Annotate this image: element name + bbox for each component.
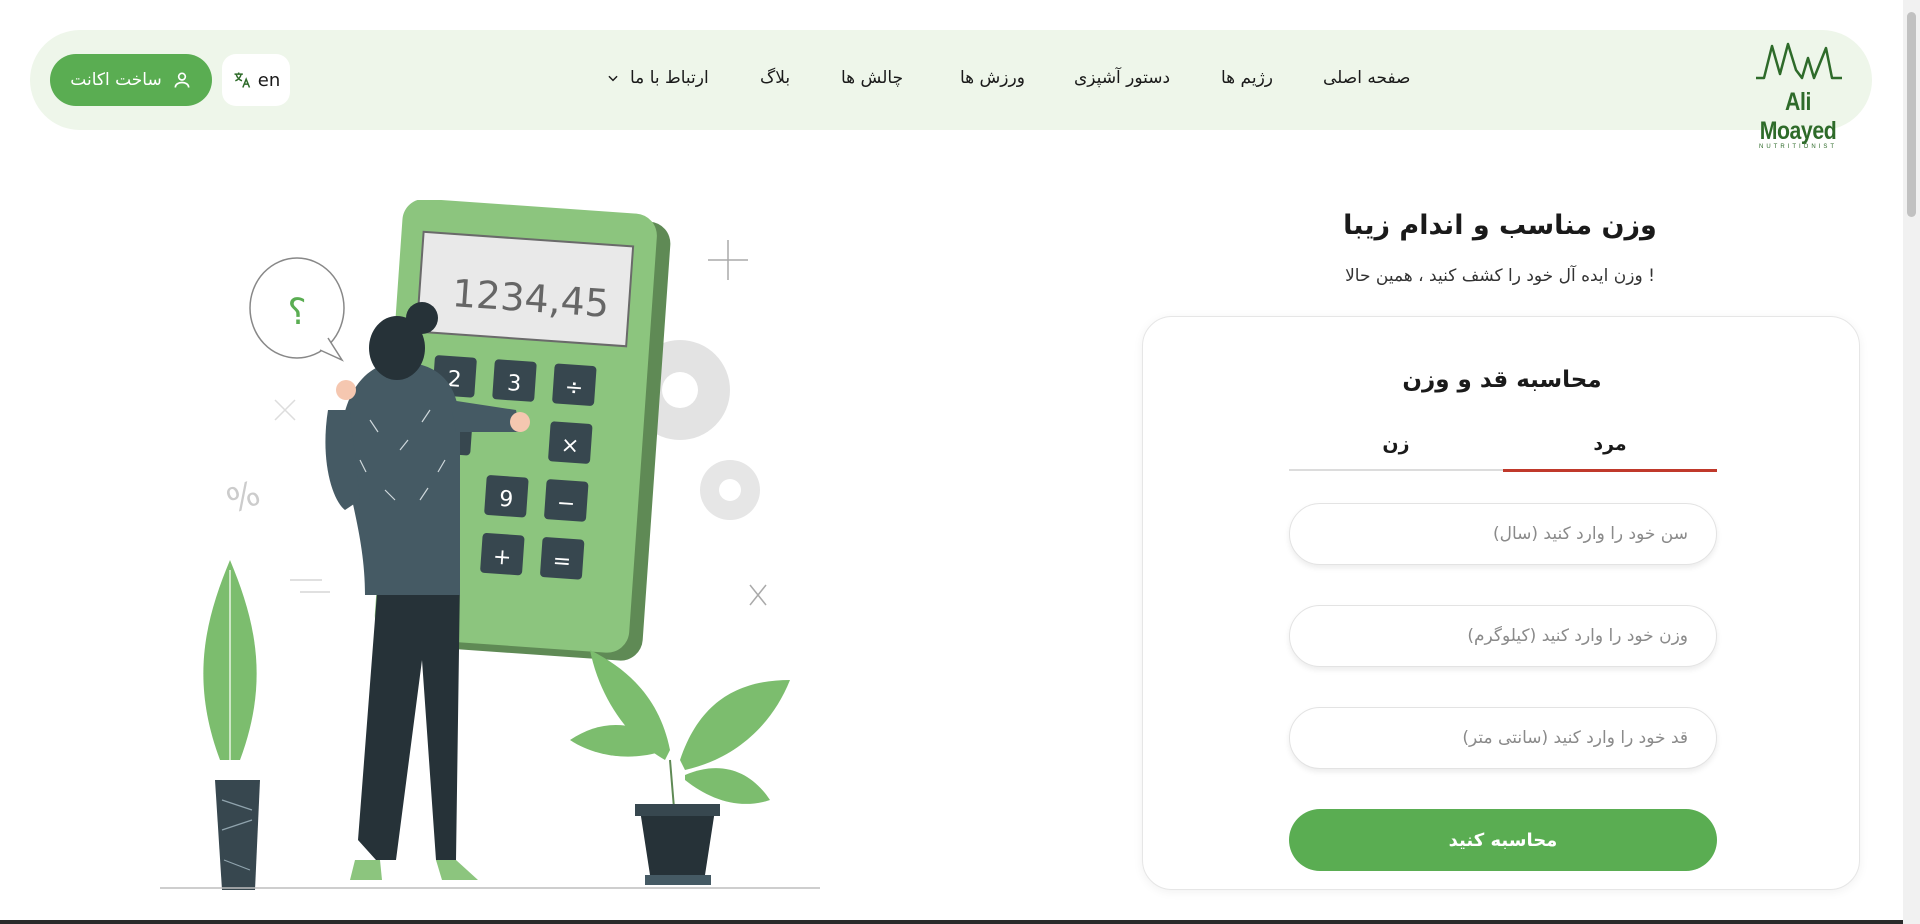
heartbeat-logo-icon bbox=[1756, 42, 1842, 80]
left-plant bbox=[203, 560, 260, 890]
calculator-title: محاسبه قد و وزن bbox=[1402, 367, 1602, 393]
svg-text:9: 9 bbox=[498, 487, 514, 513]
hero-subtitle: ! وزن ایده آل خود را کشف کنید ، همین حال… bbox=[1345, 266, 1655, 286]
nav-blog[interactable]: بلاگ bbox=[760, 68, 790, 88]
hero-title: وزن مناسب و اندام زیبا bbox=[1343, 210, 1657, 241]
calculate-button[interactable]: محاسبه کنید bbox=[1289, 809, 1717, 871]
gender-tabs: زن مرد bbox=[1289, 429, 1717, 472]
nav-diets[interactable]: رژیم ها bbox=[1221, 68, 1273, 88]
vertical-scrollbar[interactable] bbox=[1903, 0, 1920, 924]
bmi-calculator-card: محاسبه قد و وزن زن مرد محاسبه کنید bbox=[1142, 316, 1860, 890]
calculator-illustration: % ؟ 1234,45 2 3 ÷ 5 × 9 − + = bbox=[160, 200, 820, 890]
svg-text:3: 3 bbox=[506, 371, 522, 397]
nav-challenges[interactable]: چالش ها bbox=[841, 68, 903, 88]
create-account-button[interactable]: ساخت اکانت bbox=[50, 54, 212, 106]
brand-logo[interactable]: Ali Moayed NUTRITIONIST bbox=[1742, 36, 1854, 150]
nav-home[interactable]: صفحه اصلی bbox=[1323, 68, 1410, 88]
sparkle-icon bbox=[708, 240, 748, 280]
weight-input[interactable] bbox=[1289, 605, 1717, 667]
nav-recipes[interactable]: دستور آشپزی bbox=[1074, 68, 1170, 88]
percent-symbol: % bbox=[222, 473, 266, 522]
nav-contact[interactable]: ارتباط با ما bbox=[606, 68, 709, 88]
site-header: ساخت اکانت en صفحه اصلی رژیم ها دستور آش… bbox=[30, 30, 1872, 150]
speech-bubble: ؟ bbox=[249, 257, 345, 362]
create-account-label: ساخت اکانت bbox=[70, 70, 162, 90]
svg-text:=: = bbox=[552, 549, 572, 575]
user-icon bbox=[174, 72, 190, 88]
logo-name: Ali Moayed bbox=[1759, 88, 1837, 145]
age-input[interactable] bbox=[1289, 503, 1717, 565]
bottom-edge bbox=[0, 920, 1903, 924]
svg-text:+: + bbox=[492, 544, 512, 570]
tab-female[interactable]: زن bbox=[1289, 429, 1503, 471]
svg-text:×: × bbox=[560, 433, 580, 459]
cross-icon bbox=[274, 399, 296, 421]
language-label: en bbox=[257, 69, 281, 91]
chevron-down-icon bbox=[608, 75, 618, 82]
scrollbar-thumb[interactable] bbox=[1907, 12, 1916, 217]
tab-male[interactable]: مرد bbox=[1503, 429, 1717, 472]
svg-text:؟: ؟ bbox=[287, 292, 306, 333]
nav-contact-label: ارتباط با ما bbox=[630, 68, 709, 88]
language-toggle-button[interactable]: en bbox=[222, 54, 290, 106]
svg-text:−: − bbox=[556, 491, 576, 517]
sparkle-icon bbox=[749, 584, 767, 606]
translate-icon bbox=[234, 72, 250, 88]
nav-exercises[interactable]: ورزش ها bbox=[960, 68, 1025, 88]
height-input[interactable] bbox=[1289, 707, 1717, 769]
right-plant bbox=[570, 650, 790, 885]
svg-text:÷: ÷ bbox=[564, 375, 584, 401]
